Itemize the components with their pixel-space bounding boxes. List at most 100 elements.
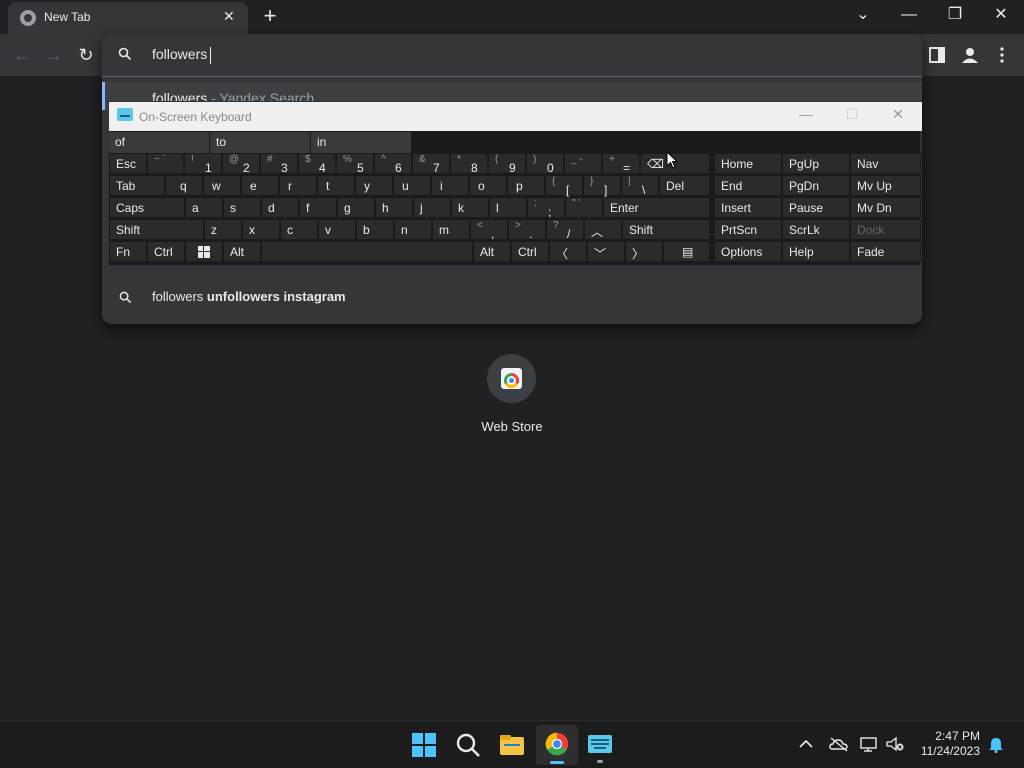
key-h[interactable]: h: [375, 197, 413, 218]
key-arrow-right[interactable]: 〉: [625, 241, 663, 262]
key-pgup[interactable]: PgUp: [782, 153, 850, 174]
key-0[interactable]: ) 0: [526, 153, 564, 175]
prediction-key[interactable]: to: [210, 132, 311, 153]
key-enter[interactable]: Enter: [603, 197, 710, 218]
address-input[interactable]: followers: [152, 46, 212, 64]
key-shift-left[interactable]: Shift: [109, 219, 204, 240]
key-y[interactable]: y: [355, 175, 393, 196]
key-caps[interactable]: Caps: [109, 197, 185, 218]
tab-new-tab[interactable]: New Tab ✕: [8, 2, 248, 34]
key-t[interactable]: t: [317, 175, 355, 196]
key-n[interactable]: n: [394, 219, 432, 240]
key-3[interactable]: #3: [260, 153, 298, 175]
key-fn[interactable]: Fn: [109, 241, 147, 262]
key-w[interactable]: w: [203, 175, 241, 196]
key-u[interactable]: u: [393, 175, 431, 196]
start-icon[interactable]: [408, 729, 440, 761]
restore-button[interactable]: ❐: [932, 0, 978, 32]
chrome-taskbar-slot[interactable]: [536, 725, 578, 765]
key-j[interactable]: j: [413, 197, 451, 218]
osk-maximize-button[interactable]: ☐: [837, 106, 867, 123]
network-icon[interactable]: [860, 736, 880, 752]
osk-minimize-button[interactable]: —: [791, 106, 821, 122]
key-r[interactable]: r: [279, 175, 317, 196]
key-5[interactable]: % 5: [336, 153, 374, 175]
osk-title-bar[interactable]: On-Screen Keyboard — ☐ ✕: [109, 102, 922, 131]
osk-close-button[interactable]: ✕: [883, 106, 913, 123]
tab-close-button[interactable]: ✕: [223, 8, 235, 25]
key-insert[interactable]: Insert: [714, 197, 782, 218]
key-arrow-up[interactable]: ︿: [584, 219, 622, 240]
key-shift-right[interactable]: Shift: [622, 219, 710, 240]
key-dock[interactable]: Dock: [850, 219, 921, 240]
key-backslash[interactable]: | \: [621, 175, 659, 197]
key-l[interactable]: l: [489, 197, 527, 218]
key-mv-dn[interactable]: Mv Dn: [850, 197, 921, 218]
profile-icon[interactable]: [960, 45, 980, 65]
minimize-button[interactable]: —: [886, 0, 932, 32]
tab-search-button[interactable]: ⌄: [840, 0, 886, 32]
key-i[interactable]: i: [431, 175, 469, 196]
key-q[interactable]: q: [165, 175, 203, 196]
key-c[interactable]: c: [280, 219, 318, 240]
key-tab[interactable]: Tab: [109, 175, 165, 196]
key-fade[interactable]: Fade: [850, 241, 921, 262]
prediction-key[interactable]: in: [311, 132, 412, 153]
key-mv-up[interactable]: Mv Up: [850, 175, 921, 196]
key-8[interactable]: * 8: [450, 153, 488, 175]
key-backtick[interactable]: ~ `: [147, 153, 184, 174]
back-button[interactable]: ←: [9, 42, 35, 68]
key-open-bracket[interactable]: {[: [545, 175, 583, 197]
key-k[interactable]: k: [451, 197, 489, 218]
key-e[interactable]: e: [241, 175, 279, 196]
key-arrow-down[interactable]: ﹀: [587, 241, 625, 262]
new-tab-button[interactable]: +: [259, 4, 281, 28]
key-nav[interactable]: Nav: [850, 153, 921, 174]
on-screen-keyboard-icon[interactable]: [584, 729, 616, 761]
suggestion-row[interactable]: followers unfollowers instagram: [102, 284, 922, 310]
prediction-key[interactable]: of: [109, 132, 210, 153]
key-b[interactable]: b: [356, 219, 394, 240]
key-o[interactable]: o: [469, 175, 507, 196]
reload-button[interactable]: ↻: [73, 42, 99, 68]
key-2[interactable]: @2: [222, 153, 260, 175]
key-pause[interactable]: Pause: [782, 197, 850, 218]
key-x[interactable]: x: [242, 219, 280, 240]
key-end[interactable]: End: [714, 175, 782, 196]
key-alt-right[interactable]: Alt: [473, 241, 511, 262]
key-windows[interactable]: [185, 241, 223, 262]
key-semicolon[interactable]: :;: [527, 197, 565, 219]
key-a[interactable]: a: [185, 197, 223, 218]
key-equals[interactable]: + =: [602, 153, 640, 175]
key-home[interactable]: Home: [714, 153, 782, 174]
key-m[interactable]: m: [432, 219, 470, 240]
file-explorer-icon[interactable]: [496, 729, 528, 761]
key-9[interactable]: (9: [488, 153, 526, 175]
key-period[interactable]: >.: [508, 219, 546, 241]
key-4[interactable]: $4: [298, 153, 336, 175]
key-6[interactable]: ^ 6: [374, 153, 412, 175]
key-options[interactable]: Options: [714, 241, 782, 262]
volume-muted-icon[interactable]: [886, 736, 906, 752]
key-del[interactable]: Del: [659, 175, 710, 196]
clock[interactable]: 2:47 PM 11/24/2023: [921, 729, 980, 759]
side-panel-icon[interactable]: [929, 47, 945, 63]
forward-button[interactable]: →: [41, 42, 67, 68]
key-ctrl-left[interactable]: Ctrl: [147, 241, 185, 262]
notification-bell-icon[interactable]: [988, 737, 1004, 753]
key-space[interactable]: [261, 241, 473, 262]
key-p[interactable]: p: [507, 175, 545, 196]
key-arrow-left[interactable]: 〈: [549, 241, 587, 262]
key-7[interactable]: & 7: [412, 153, 450, 175]
key-d[interactable]: d: [261, 197, 299, 218]
key-help[interactable]: Help: [782, 241, 850, 262]
key-esc[interactable]: Esc: [109, 153, 147, 174]
key-alt-left[interactable]: Alt: [223, 241, 261, 262]
key-scrlk[interactable]: ScrLk: [782, 219, 850, 240]
onedrive-icon[interactable]: [829, 736, 849, 752]
menu-kebab-icon[interactable]: [998, 46, 1006, 64]
key-quote[interactable]: " ': [565, 197, 603, 218]
key-g[interactable]: g: [337, 197, 375, 218]
web-store-shortcut[interactable]: [487, 354, 536, 403]
search-icon[interactable]: [452, 729, 484, 761]
